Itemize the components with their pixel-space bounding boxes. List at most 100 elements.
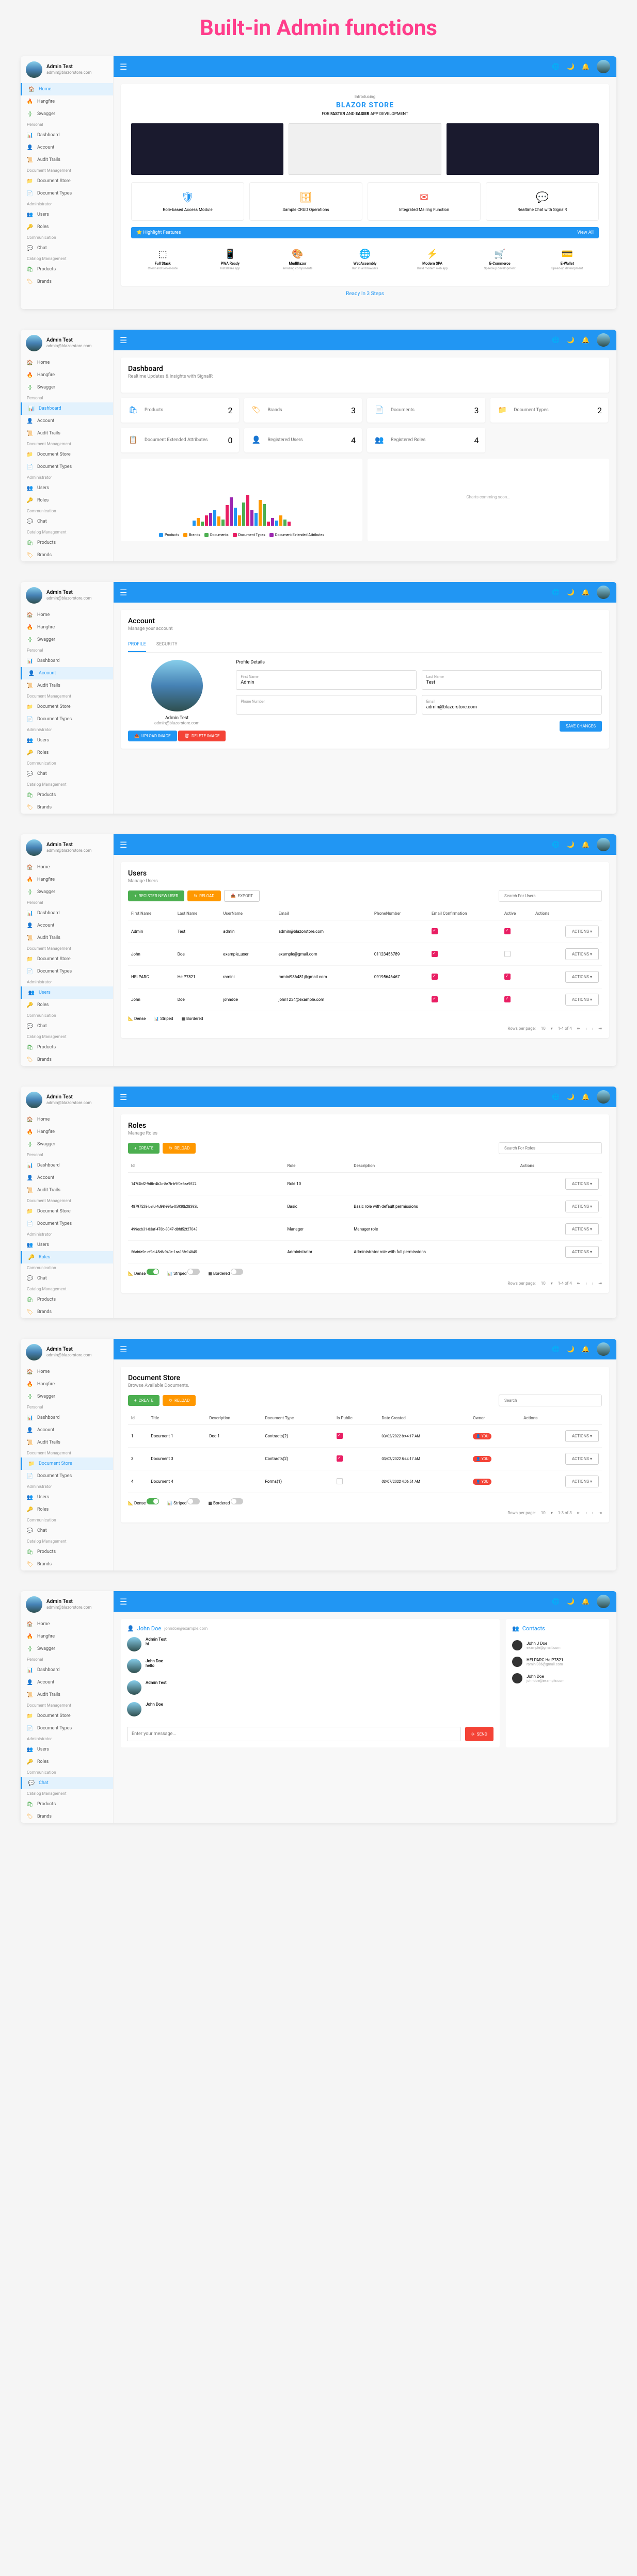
col-header[interactable]: Document Type bbox=[262, 1412, 333, 1425]
nav-hangfire[interactable]: 🔥Hangfire bbox=[21, 621, 113, 634]
nav-products[interactable]: 🛍Products bbox=[21, 263, 113, 276]
dense-toggle[interactable] bbox=[147, 1269, 159, 1275]
col-header[interactable]: Actions bbox=[517, 1159, 602, 1173]
reload-button[interactable]: ↻ RELOAD bbox=[163, 1395, 196, 1406]
reload-button[interactable]: ↻ RELOAD bbox=[187, 890, 220, 901]
topbar-avatar[interactable] bbox=[597, 1090, 610, 1104]
col-header[interactable]: Owner bbox=[470, 1412, 520, 1425]
export-button[interactable]: 📥 EXPORT bbox=[224, 890, 260, 902]
contact-item[interactable]: John J Doeexample@gmail.com bbox=[512, 1637, 603, 1654]
nav-dashboard[interactable]: 📊Dashboard bbox=[21, 402, 113, 415]
nav-users[interactable]: 👥Users bbox=[21, 734, 113, 747]
menu-toggle[interactable]: ☰ bbox=[120, 588, 127, 597]
pager-next[interactable]: › bbox=[592, 1026, 593, 1031]
col-header[interactable]: Description bbox=[351, 1159, 517, 1173]
tab-security[interactable]: SECURITY bbox=[156, 638, 178, 652]
pager-prev[interactable]: ‹ bbox=[585, 1511, 586, 1515]
lang-icon[interactable]: 🌐 bbox=[552, 1346, 560, 1353]
nav-brands[interactable]: 🏷Brands bbox=[21, 1306, 113, 1318]
nav-doctypes[interactable]: 📄Document Types bbox=[21, 187, 113, 200]
lang-icon[interactable]: 🌐 bbox=[552, 589, 560, 596]
nav-docstore[interactable]: 📁Document Store bbox=[21, 953, 113, 965]
menu-toggle[interactable]: ☰ bbox=[120, 335, 127, 345]
actions-button[interactable]: ACTIONS ▾ bbox=[565, 1430, 599, 1442]
nav-home[interactable]: 🏠Home bbox=[21, 861, 113, 873]
view-all-link[interactable]: View All bbox=[577, 230, 594, 235]
nav-home[interactable]: 🏠Home bbox=[21, 1366, 113, 1378]
nav-roles[interactable]: 🔑Roles bbox=[21, 747, 113, 759]
nav-brands[interactable]: 🏷Brands bbox=[21, 549, 113, 561]
nav-docstore[interactable]: 📁Document Store bbox=[21, 701, 113, 713]
nav-roles[interactable]: 🔑Roles bbox=[21, 1251, 113, 1263]
theme-icon[interactable]: 🌙 bbox=[567, 1346, 575, 1353]
pager-first[interactable]: ⇤ bbox=[577, 1026, 581, 1031]
nav-docstore[interactable]: 📁Document Store bbox=[21, 175, 113, 187]
search-docs-input[interactable] bbox=[499, 1395, 602, 1406]
nav-users[interactable]: 👥Users bbox=[21, 1743, 113, 1756]
nav-brands[interactable]: 🏷Brands bbox=[21, 1558, 113, 1570]
pager-next[interactable]: › bbox=[592, 1511, 593, 1515]
col-header[interactable]: Id bbox=[128, 1412, 148, 1425]
chat-message-input[interactable] bbox=[127, 1727, 461, 1741]
nav-account[interactable]: 👤Account bbox=[21, 919, 113, 932]
notif-icon[interactable]: 🔔 bbox=[582, 1093, 590, 1100]
menu-toggle[interactable]: ☰ bbox=[120, 1092, 127, 1102]
topbar-avatar[interactable] bbox=[597, 60, 610, 73]
lang-icon[interactable]: 🌐 bbox=[552, 1598, 560, 1605]
pager-first[interactable]: ⇤ bbox=[577, 1511, 581, 1515]
send-button[interactable]: ✈ SEND bbox=[465, 1727, 493, 1741]
nav-hangfire[interactable]: 🔥Hangfire bbox=[21, 95, 113, 108]
nav-home[interactable]: 🏠Home bbox=[21, 1113, 113, 1126]
striped-toggle[interactable] bbox=[187, 1269, 200, 1275]
nav-users[interactable]: 👥Users bbox=[21, 1239, 113, 1251]
search-roles-input[interactable] bbox=[499, 1142, 602, 1154]
nav-docstore[interactable]: 📁Document Store bbox=[21, 1457, 113, 1470]
theme-icon[interactable]: 🌙 bbox=[567, 1093, 575, 1100]
col-header[interactable]: Actions bbox=[532, 907, 602, 920]
col-header[interactable]: Last Name bbox=[174, 907, 220, 920]
nav-audit[interactable]: 📜Audit Trails bbox=[21, 679, 113, 692]
nav-account[interactable]: 👤Account bbox=[21, 1172, 113, 1184]
nav-swagger[interactable]: {}Swagger bbox=[21, 1138, 113, 1151]
nav-products[interactable]: 🛍Products bbox=[21, 1293, 113, 1306]
nav-audit[interactable]: 📜Audit Trails bbox=[21, 427, 113, 440]
col-header[interactable]: Description bbox=[206, 1412, 262, 1425]
menu-toggle[interactable]: ☰ bbox=[120, 1344, 127, 1354]
last-name-field[interactable]: Last NameTest bbox=[422, 670, 602, 690]
contact-item[interactable]: John Doejohndoe@example.com bbox=[512, 1670, 603, 1687]
nav-products[interactable]: 🛍Products bbox=[21, 1546, 113, 1558]
menu-toggle[interactable]: ☰ bbox=[120, 1597, 127, 1607]
col-header[interactable]: First Name bbox=[128, 907, 174, 920]
actions-button[interactable]: ACTIONS ▾ bbox=[565, 1476, 599, 1487]
nav-chat[interactable]: 💬Chat bbox=[21, 768, 113, 780]
nav-products[interactable]: 🛍Products bbox=[21, 789, 113, 801]
col-header[interactable]: Email Confirmation bbox=[428, 907, 501, 920]
col-header[interactable]: Is Public bbox=[333, 1412, 378, 1425]
delete-image-button[interactable]: 🗑 DELETE IMAGE bbox=[178, 731, 226, 741]
topbar-avatar[interactable] bbox=[597, 333, 610, 347]
col-header[interactable]: PhoneNumber bbox=[371, 907, 428, 920]
nav-audit[interactable]: 📜Audit Trails bbox=[21, 154, 113, 166]
theme-icon[interactable]: 🌙 bbox=[567, 1598, 575, 1605]
col-header[interactable]: Active bbox=[501, 907, 532, 920]
ready-link[interactable]: Ready In 3 Steps bbox=[121, 286, 609, 302]
pager-prev[interactable]: ‹ bbox=[585, 1026, 586, 1031]
nav-audit[interactable]: 📜Audit Trails bbox=[21, 1184, 113, 1196]
nav-doctypes[interactable]: 📄Document Types bbox=[21, 1722, 113, 1735]
nav-chat[interactable]: 💬Chat bbox=[21, 515, 113, 528]
notif-icon[interactable]: 🔔 bbox=[582, 336, 590, 344]
col-header[interactable]: Actions bbox=[520, 1412, 602, 1425]
nav-users[interactable]: 👥Users bbox=[21, 208, 113, 221]
nav-doctypes[interactable]: 📄Document Types bbox=[21, 713, 113, 725]
notif-icon[interactable]: 🔔 bbox=[582, 63, 590, 70]
pager-last[interactable]: ⇥ bbox=[598, 1511, 602, 1515]
nav-hangfire[interactable]: 🔥Hangfire bbox=[21, 1126, 113, 1138]
nav-chat[interactable]: 💬Chat bbox=[21, 1272, 113, 1285]
nav-roles[interactable]: 🔑Roles bbox=[21, 221, 113, 233]
nav-users[interactable]: 👥Users bbox=[21, 986, 113, 999]
nav-account[interactable]: 👤Account bbox=[21, 1676, 113, 1689]
pager-last[interactable]: ⇥ bbox=[598, 1281, 602, 1286]
reload-button[interactable]: ↻ RELOAD bbox=[163, 1143, 196, 1154]
col-header[interactable]: Role bbox=[284, 1159, 351, 1173]
nav-doctypes[interactable]: 📄Document Types bbox=[21, 461, 113, 473]
